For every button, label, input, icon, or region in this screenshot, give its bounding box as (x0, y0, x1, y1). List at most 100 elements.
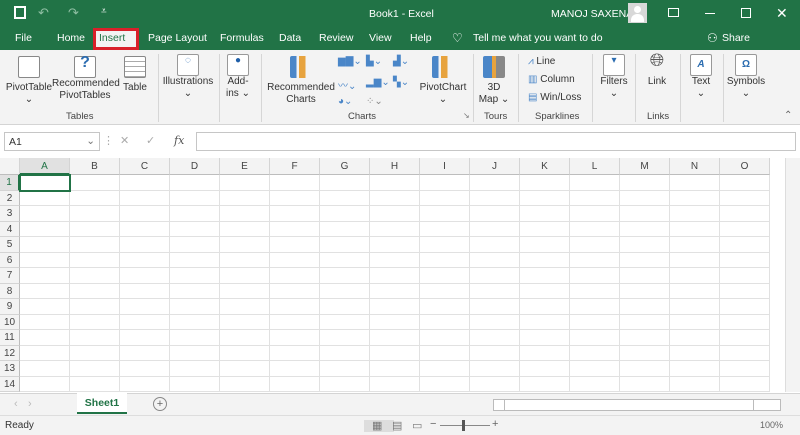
cell[interactable] (420, 175, 470, 191)
cell[interactable] (620, 283, 670, 299)
cell[interactable] (220, 206, 270, 222)
cell[interactable] (220, 376, 270, 392)
cell[interactable] (520, 376, 570, 392)
cell[interactable] (570, 283, 620, 299)
cell[interactable] (170, 376, 220, 392)
cell[interactable] (170, 237, 220, 253)
row-header[interactable]: 2 (0, 190, 20, 206)
cell[interactable] (720, 330, 770, 346)
cell[interactable] (220, 221, 270, 237)
cell[interactable] (170, 345, 220, 361)
vertical-scrollbar[interactable] (785, 158, 800, 392)
cell[interactable] (420, 190, 470, 206)
zoom-in-button[interactable]: + (492, 418, 498, 430)
avatar[interactable] (628, 3, 647, 23)
cell[interactable] (720, 190, 770, 206)
cell[interactable] (170, 175, 220, 191)
cell[interactable] (220, 299, 270, 315)
cell[interactable] (370, 283, 420, 299)
zoom-level[interactable]: 100% (760, 420, 783, 430)
hierarchy-chart-icon[interactable]: ▙⌄ (366, 56, 382, 67)
cell[interactable] (220, 361, 270, 377)
column-header[interactable]: D (170, 158, 220, 175)
cell[interactable] (570, 299, 620, 315)
cell[interactable] (570, 376, 620, 392)
cell[interactable] (370, 175, 420, 191)
cell[interactable] (570, 175, 620, 191)
cell[interactable] (670, 376, 720, 392)
cell[interactable] (70, 237, 120, 253)
combo-chart-icon[interactable]: ▚⌄ (393, 77, 409, 88)
cell[interactable] (470, 330, 520, 346)
cell[interactable] (520, 268, 570, 284)
cell[interactable] (270, 283, 320, 299)
cell[interactable] (120, 190, 170, 206)
cell[interactable] (20, 330, 70, 346)
cell[interactable] (370, 221, 420, 237)
cell[interactable] (170, 252, 220, 268)
insert-function-button[interactable]: fx (174, 134, 184, 147)
cell[interactable] (670, 283, 720, 299)
column-header[interactable]: C (120, 158, 170, 175)
sheet-tab-sheet1[interactable]: Sheet1 (77, 393, 127, 414)
cell[interactable] (470, 237, 520, 253)
cell[interactable] (620, 268, 670, 284)
cell[interactable] (170, 314, 220, 330)
cell[interactable] (270, 268, 320, 284)
cell[interactable] (420, 361, 470, 377)
cell[interactable] (370, 190, 420, 206)
cell[interactable] (570, 206, 620, 222)
column-header[interactable]: H (370, 158, 420, 175)
cell[interactable] (620, 237, 670, 253)
cell[interactable] (120, 283, 170, 299)
cell[interactable] (270, 221, 320, 237)
cell[interactable] (570, 237, 620, 253)
cell[interactable] (570, 314, 620, 330)
collapse-ribbon-icon[interactable]: ⌃ (784, 110, 792, 121)
cell[interactable] (120, 237, 170, 253)
cell[interactable] (70, 361, 120, 377)
scrollbar-thumb[interactable] (504, 400, 754, 410)
tab-home[interactable]: Home (57, 32, 85, 44)
pivotchart-button[interactable]: PivotChart ⌄ (418, 56, 468, 106)
cell[interactable] (720, 221, 770, 237)
cell[interactable] (620, 330, 670, 346)
tab-insert[interactable]: Insert (93, 28, 139, 50)
close-button[interactable]: ✕ (776, 5, 788, 22)
column-header[interactable]: F (270, 158, 320, 175)
cell[interactable] (670, 268, 720, 284)
share-button[interactable]: Share (722, 32, 750, 44)
page-layout-view-icon[interactable]: ▤ (392, 419, 402, 432)
pivottable-button[interactable]: PivotTable ⌄ (5, 56, 53, 106)
cell[interactable] (670, 206, 720, 222)
cell[interactable] (720, 299, 770, 315)
cell[interactable] (420, 283, 470, 299)
cell[interactable] (520, 299, 570, 315)
cell[interactable] (720, 237, 770, 253)
addins-button[interactable]: ● Add-ins ⌄ (223, 54, 253, 100)
cell[interactable] (70, 190, 120, 206)
cell[interactable] (120, 345, 170, 361)
cell[interactable] (370, 237, 420, 253)
cell[interactable] (320, 376, 370, 392)
cell[interactable] (520, 237, 570, 253)
dialog-launcher-icon[interactable]: ↘ (463, 111, 470, 120)
row-header[interactable]: 8 (0, 283, 20, 299)
sparkline-line-button[interactable]: ⩘ Line (528, 56, 555, 67)
row-header[interactable]: 6 (0, 252, 20, 268)
cell[interactable] (70, 252, 120, 268)
cell[interactable] (320, 221, 370, 237)
page-break-view-icon[interactable]: ▭ (412, 419, 422, 432)
row-header[interactable]: 10 (0, 314, 20, 330)
cell[interactable] (570, 221, 620, 237)
cancel-icon[interactable]: ✕ (120, 134, 129, 147)
tab-help[interactable]: Help (410, 32, 432, 44)
cell[interactable] (20, 252, 70, 268)
line-chart-icon[interactable]: 〰⌄ (338, 77, 356, 92)
cell[interactable] (270, 330, 320, 346)
cell[interactable] (220, 330, 270, 346)
cell[interactable] (320, 314, 370, 330)
cell[interactable] (570, 252, 620, 268)
tab-view[interactable]: View (369, 32, 392, 44)
cell[interactable] (270, 299, 320, 315)
